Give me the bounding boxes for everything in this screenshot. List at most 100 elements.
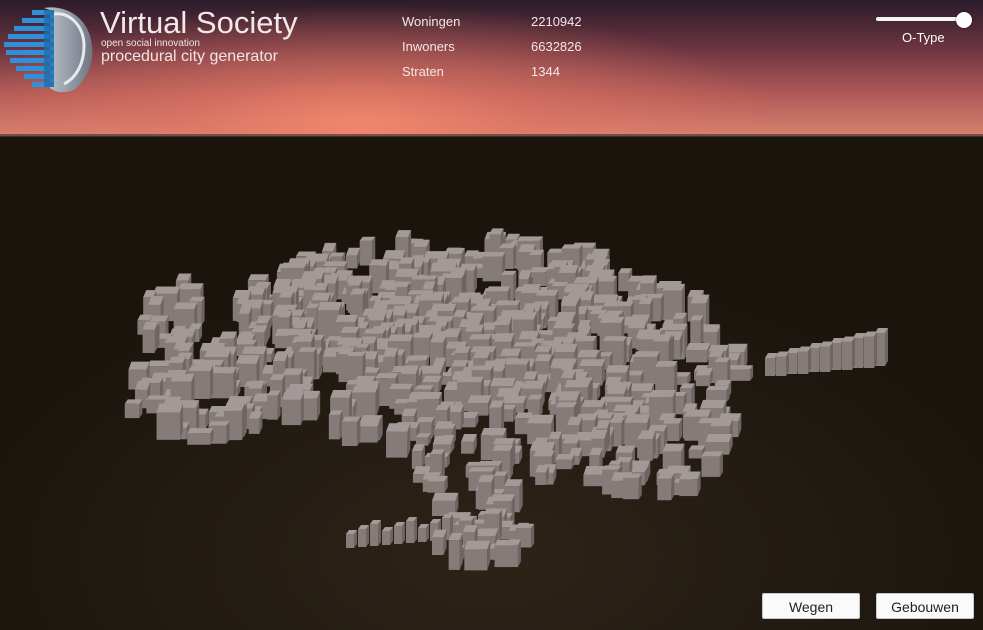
building-roof [282, 368, 303, 375]
building-front [418, 528, 426, 542]
building-roof [585, 253, 609, 260]
building-front [688, 449, 703, 459]
building-roof [579, 359, 606, 366]
building-roof [386, 423, 411, 432]
building-roof [204, 349, 231, 357]
building-roof [633, 351, 660, 357]
building-front [679, 479, 698, 497]
building-roof [457, 376, 484, 383]
building-side [852, 336, 855, 370]
building-front [555, 459, 572, 470]
stat-label-woningen: Woningen [402, 14, 461, 29]
building-front [461, 441, 474, 454]
building-front [798, 351, 808, 374]
building-roof [387, 334, 414, 342]
building-front [142, 329, 155, 354]
building-roof [480, 428, 507, 436]
building-roof [527, 414, 555, 424]
building-roof [615, 445, 636, 453]
building-front [776, 356, 786, 376]
building-side [277, 390, 281, 420]
building-front [328, 414, 340, 440]
roads-button[interactable]: Wegen [762, 593, 860, 619]
building-roof [555, 454, 575, 460]
building-roof [173, 302, 198, 310]
building-roof [653, 334, 672, 342]
building-side [830, 341, 833, 372]
building-front [494, 545, 518, 568]
building-roof [516, 523, 535, 528]
building-roof [431, 492, 459, 501]
building-roof [363, 328, 386, 334]
building-front [156, 412, 181, 440]
building-roof [613, 404, 641, 412]
building-front [690, 320, 701, 346]
slider-thumb[interactable] [956, 12, 972, 28]
slider-track[interactable] [876, 17, 964, 21]
building-roof [208, 421, 230, 426]
building-side [885, 328, 888, 366]
stat-value-woningen: 2210942 [531, 14, 582, 29]
building-front [370, 524, 378, 546]
building-roof [418, 292, 444, 301]
building-roof [555, 402, 577, 408]
building-front [618, 272, 630, 292]
building-roof [470, 306, 497, 311]
building-roof [156, 403, 184, 413]
building-front [820, 346, 830, 372]
building-roof [422, 375, 442, 383]
building-front [695, 375, 710, 387]
buildings-button[interactable]: Gebouwen [876, 593, 974, 619]
building-roof [368, 311, 387, 321]
building-front [701, 456, 720, 477]
building-side [660, 293, 664, 322]
building-roof [505, 359, 530, 365]
app-tagline: procedural city generator [101, 48, 278, 65]
building-roof [494, 539, 521, 546]
building-front [267, 395, 278, 420]
building-front [765, 358, 775, 376]
o-type-slider[interactable] [876, 12, 972, 28]
building-roof [164, 336, 188, 343]
building-roof [495, 300, 521, 306]
building-roof [686, 342, 711, 351]
building-side [700, 315, 704, 346]
building-side [499, 509, 503, 540]
building-roof [219, 331, 237, 339]
building-roof [535, 289, 559, 296]
building-roof [188, 365, 214, 371]
building-roof [504, 479, 523, 487]
building-roof [149, 315, 169, 322]
building-roof [648, 389, 676, 397]
building-front [622, 477, 639, 500]
building-roof [577, 349, 600, 358]
building-roof [492, 438, 516, 444]
building-roof [434, 423, 456, 429]
building-side [874, 331, 877, 368]
building-roof [663, 418, 683, 424]
building-roof [492, 444, 514, 451]
building-roof [465, 324, 485, 332]
city-3d-viewport[interactable] [0, 136, 983, 630]
building-roof [389, 383, 414, 390]
building-roof [437, 303, 457, 312]
building-roof [624, 414, 651, 423]
building-roof [575, 335, 597, 342]
building-front [842, 341, 852, 370]
building-roof [606, 385, 628, 394]
building-roof [564, 379, 591, 388]
stat-label-inwoners: Inwoners [402, 39, 455, 54]
building-roof [387, 298, 413, 305]
building-roof [520, 284, 541, 294]
building-roof [558, 392, 580, 401]
building-roof [554, 343, 578, 353]
stat-value-inwoners: 6632826 [531, 39, 582, 54]
building-roof [468, 334, 492, 340]
building-front [657, 478, 672, 501]
building-roof [558, 264, 579, 273]
building-roof [561, 244, 583, 249]
building-front [341, 421, 358, 447]
building-front [187, 433, 211, 445]
building-front [464, 549, 488, 571]
building-roof [699, 399, 727, 408]
